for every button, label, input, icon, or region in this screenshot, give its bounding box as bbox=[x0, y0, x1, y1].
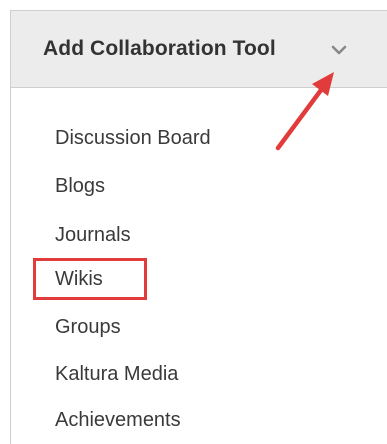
menu-item-kaltura-media[interactable]: Kaltura Media bbox=[55, 363, 178, 386]
add-collaboration-tool-label: Add Collaboration Tool bbox=[43, 37, 276, 60]
menu-item-wikis[interactable]: Wikis bbox=[55, 268, 103, 291]
menu-item-discussion-board[interactable]: Discussion Board bbox=[55, 127, 211, 150]
menu-item-groups[interactable]: Groups bbox=[55, 316, 121, 339]
menu-item-achievements[interactable]: Achievements bbox=[55, 409, 181, 432]
menu-item-blogs[interactable]: Blogs bbox=[55, 175, 105, 198]
menu-item-journals[interactable]: Journals bbox=[55, 224, 131, 247]
page: Add Collaboration Tool Discussion Board … bbox=[0, 0, 387, 444]
add-collaboration-tool-button[interactable]: Add Collaboration Tool bbox=[10, 10, 387, 88]
chevron-down-icon[interactable] bbox=[330, 41, 348, 59]
